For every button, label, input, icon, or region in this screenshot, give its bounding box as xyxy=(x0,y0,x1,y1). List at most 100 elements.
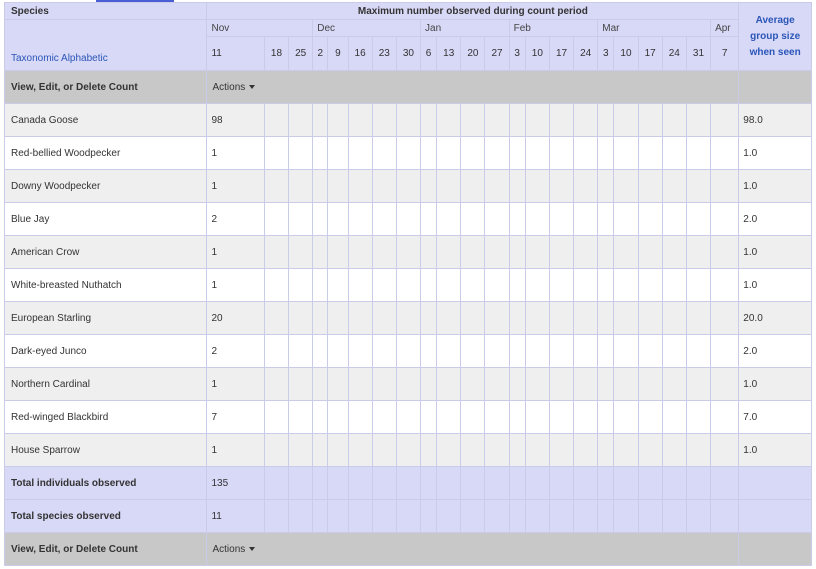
count-cell[interactable] xyxy=(484,136,510,170)
count-cell[interactable] xyxy=(524,136,550,170)
count-cell[interactable]: 1 xyxy=(206,268,265,302)
count-cell[interactable] xyxy=(661,169,687,203)
count-cell[interactable] xyxy=(327,433,349,467)
count-cell[interactable] xyxy=(573,169,599,203)
count-cell[interactable] xyxy=(573,202,599,236)
count-cell[interactable] xyxy=(420,136,438,170)
count-cell[interactable]: 20 xyxy=(206,301,265,335)
count-cell[interactable] xyxy=(312,334,329,368)
count-cell[interactable] xyxy=(710,268,740,302)
count-cell[interactable]: 2 xyxy=(206,334,265,368)
count-cell[interactable] xyxy=(613,103,639,137)
count-cell[interactable] xyxy=(312,103,329,137)
species-name[interactable]: White-breasted Nuthatch xyxy=(3,268,208,302)
count-cell[interactable] xyxy=(288,235,314,269)
count-cell[interactable] xyxy=(436,400,462,434)
count-cell[interactable] xyxy=(288,367,314,401)
count-cell[interactable] xyxy=(288,103,314,137)
count-cell[interactable] xyxy=(312,169,329,203)
count-cell[interactable] xyxy=(460,235,486,269)
count-cell[interactable] xyxy=(573,400,599,434)
count-cell[interactable] xyxy=(395,334,422,368)
count-cell[interactable]: 2 xyxy=(206,202,265,236)
count-cell[interactable] xyxy=(327,103,349,137)
count-cell[interactable]: 1 xyxy=(206,367,265,401)
count-cell[interactable] xyxy=(597,400,615,434)
sort-order-link[interactable]: Taxonomic Alphabetic xyxy=(6,27,206,64)
count-cell[interactable]: 98 xyxy=(206,103,265,137)
count-cell[interactable] xyxy=(288,169,314,203)
count-cell[interactable] xyxy=(420,235,438,269)
count-cell[interactable] xyxy=(484,103,510,137)
count-cell[interactable] xyxy=(508,433,526,467)
count-cell[interactable] xyxy=(263,334,290,368)
count-cell[interactable] xyxy=(312,136,329,170)
count-cell[interactable] xyxy=(685,334,712,368)
count-cell[interactable] xyxy=(685,433,712,467)
count-cell[interactable] xyxy=(347,433,373,467)
count-cell[interactable] xyxy=(327,235,349,269)
count-cell[interactable] xyxy=(548,400,575,434)
count-cell[interactable] xyxy=(327,367,349,401)
count-cell[interactable] xyxy=(524,400,550,434)
count-cell[interactable] xyxy=(460,301,486,335)
count-cell[interactable] xyxy=(436,103,462,137)
count-cell[interactable] xyxy=(524,169,550,203)
count-cell[interactable] xyxy=(436,367,462,401)
count-cell[interactable] xyxy=(371,136,397,170)
count-cell[interactable] xyxy=(327,400,349,434)
count-cell[interactable] xyxy=(327,136,349,170)
count-cell[interactable] xyxy=(710,169,740,203)
count-cell[interactable] xyxy=(436,235,462,269)
species-name[interactable]: Red-bellied Woodpecker xyxy=(3,136,208,170)
count-cell[interactable] xyxy=(661,400,687,434)
species-name[interactable]: Northern Cardinal xyxy=(3,367,208,401)
count-cell[interactable] xyxy=(288,202,314,236)
count-cell[interactable] xyxy=(312,268,329,302)
count-cell[interactable] xyxy=(661,301,687,335)
count-cell[interactable] xyxy=(613,367,639,401)
count-cell[interactable] xyxy=(637,301,663,335)
count-cell[interactable] xyxy=(661,202,687,236)
count-cell[interactable] xyxy=(597,334,615,368)
count-cell[interactable] xyxy=(327,202,349,236)
count-cell[interactable] xyxy=(327,334,349,368)
count-cell[interactable] xyxy=(710,136,740,170)
count-cell[interactable]: 1 xyxy=(206,136,265,170)
average-group-size-header[interactable]: Average group size when seen xyxy=(738,2,812,71)
count-cell[interactable] xyxy=(484,367,510,401)
count-cell[interactable] xyxy=(371,235,397,269)
count-cell[interactable] xyxy=(436,433,462,467)
count-cell[interactable] xyxy=(613,433,639,467)
count-cell[interactable] xyxy=(597,433,615,467)
count-cell[interactable] xyxy=(460,169,486,203)
count-cell[interactable] xyxy=(637,367,663,401)
count-cell[interactable] xyxy=(548,367,575,401)
species-name[interactable]: Downy Woodpecker xyxy=(3,169,208,203)
count-cell[interactable] xyxy=(637,433,663,467)
count-cell[interactable] xyxy=(263,235,290,269)
count-cell[interactable] xyxy=(613,400,639,434)
count-cell[interactable] xyxy=(573,103,599,137)
count-cell[interactable] xyxy=(263,169,290,203)
count-cell[interactable] xyxy=(597,268,615,302)
count-cell[interactable] xyxy=(288,268,314,302)
count-cell[interactable] xyxy=(524,433,550,467)
count-cell[interactable] xyxy=(613,235,639,269)
count-cell[interactable] xyxy=(548,334,575,368)
count-cell[interactable] xyxy=(484,268,510,302)
count-cell[interactable] xyxy=(685,169,712,203)
count-cell[interactable] xyxy=(661,136,687,170)
count-cell[interactable] xyxy=(371,400,397,434)
count-cell[interactable] xyxy=(371,202,397,236)
count-cell[interactable] xyxy=(661,433,687,467)
count-cell[interactable] xyxy=(548,268,575,302)
count-cell[interactable] xyxy=(597,301,615,335)
count-cell[interactable] xyxy=(420,202,438,236)
count-cell[interactable] xyxy=(661,367,687,401)
species-column-header[interactable]: Species xyxy=(3,2,208,20)
count-cell[interactable] xyxy=(613,301,639,335)
count-cell[interactable] xyxy=(710,334,740,368)
count-cell[interactable] xyxy=(436,301,462,335)
count-cell[interactable] xyxy=(436,268,462,302)
